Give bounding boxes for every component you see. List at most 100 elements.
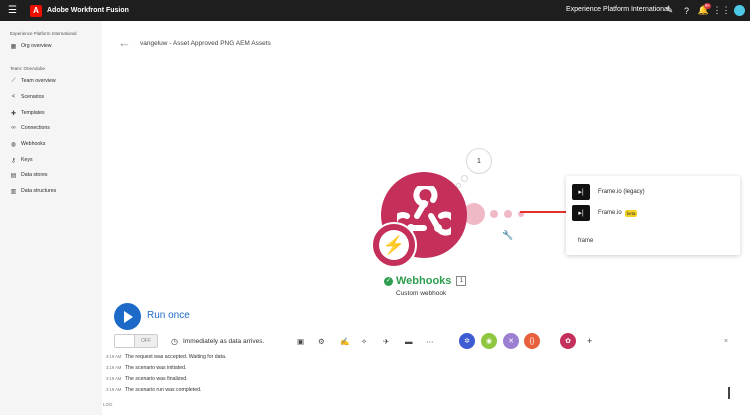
- scheduling-toggle[interactable]: OFF: [114, 334, 158, 348]
- json-icon[interactable]: {}: [524, 333, 540, 349]
- connector-dot: [504, 210, 512, 218]
- log-text: The scenario was finalized.: [125, 376, 188, 382]
- log-entry: 3:19 AM The scenario was initiated.: [106, 365, 186, 373]
- lightning-icon: ⚡: [379, 230, 409, 260]
- sidebar-item-label: Data stores: [21, 172, 48, 178]
- log-text: The scenario run was completed.: [125, 387, 202, 393]
- building-icon: ▦: [10, 43, 17, 50]
- close-icon[interactable]: ×: [724, 338, 728, 345]
- webhooks-app-icon[interactable]: ✿: [560, 333, 576, 349]
- toggle-knob: [115, 335, 135, 347]
- sidebar-item-templates[interactable]: ✚ Templates: [10, 108, 45, 118]
- check-icon: ✓: [384, 276, 393, 286]
- instant-trigger-badge: ⚡: [371, 222, 417, 268]
- play-icon: [124, 310, 133, 323]
- save-icon[interactable]: ▣: [297, 337, 304, 346]
- module-label: ✓ Webhooks 1: [384, 275, 467, 287]
- sidebar-item-scenarios[interactable]: < Scenarios: [10, 92, 44, 102]
- schedule-text[interactable]: Immediately as data arrives.: [183, 338, 264, 345]
- sidebar-item-label: Keys: [21, 157, 33, 163]
- sidebar-team-label: Team: OneAdobe: [10, 66, 46, 71]
- log-entry: 3:19 AM The request was accepted. Waiting…: [106, 354, 226, 362]
- app-name: Adobe Workfront Fusion: [47, 7, 129, 14]
- sidebar-item-label: Data structures: [21, 188, 57, 194]
- sidebar-item-data-structures[interactable]: ▥ Data structures: [10, 186, 57, 196]
- flow-control-icon[interactable]: ✲: [459, 333, 475, 349]
- apps-grid-icon[interactable]: ⋮⋮: [713, 5, 731, 16]
- wrench-icon[interactable]: 🔧: [502, 230, 513, 241]
- globe-icon: ◍: [10, 141, 17, 148]
- hamburger-icon[interactable]: ☰: [8, 5, 18, 16]
- frameio-icon: ▸|: [572, 184, 590, 200]
- puzzle-icon: ✚: [10, 110, 17, 117]
- app-search-popup: ▸| Frame.io (legacy) ▸| Frame.io beta fr…: [566, 176, 740, 255]
- more-icon[interactable]: ⋯: [426, 337, 434, 346]
- connector-dot: [490, 210, 498, 218]
- log-time: 3:19 AM: [106, 387, 122, 392]
- sidebar-item-org-overview[interactable]: ▦ Org overview: [10, 41, 52, 51]
- help-icon[interactable]: ?: [681, 5, 692, 16]
- app-option-frameio[interactable]: ▸| Frame.io beta: [572, 205, 638, 221]
- notification-badge: 9+: [704, 3, 712, 9]
- log-text: The request was accepted. Waiting for da…: [125, 354, 227, 360]
- explain-flow-icon[interactable]: ✈: [383, 337, 389, 346]
- bubble-dot: [461, 175, 468, 182]
- log-time: 3:19 AM: [106, 376, 122, 381]
- frameio-icon: ▸|: [572, 205, 590, 221]
- app-search-input[interactable]: frame: [578, 238, 593, 244]
- top-bar: ☰ A Adobe Workfront Fusion Experience Pl…: [0, 0, 750, 21]
- operations-count: 1: [477, 157, 481, 165]
- toolbox-icon[interactable]: ▬: [405, 337, 413, 346]
- beta-badge: beta: [624, 209, 638, 217]
- key-icon: ⚷: [11, 157, 16, 164]
- app-option-label: Frame.io (legacy): [598, 189, 645, 195]
- sidebar-item-label: Org overview: [21, 43, 52, 49]
- database-icon: ▤: [10, 172, 17, 179]
- toggle-state: OFF: [141, 338, 151, 344]
- app-option-frameio-legacy[interactable]: ▸| Frame.io (legacy): [572, 184, 645, 200]
- sidebar-item-label: Scenarios: [21, 94, 45, 100]
- run-once-label[interactable]: Run once: [147, 310, 190, 321]
- feedback-icon[interactable]: ✎: [664, 5, 675, 16]
- org-name[interactable]: Experience Platform International: [566, 6, 670, 13]
- module-count: 1: [456, 276, 467, 286]
- share-icon: <: [11, 94, 16, 100]
- module-name: Webhooks: [396, 275, 452, 287]
- annotation-arrow: [520, 211, 570, 213]
- sidebar-org-label: Experience Platform International: [10, 31, 77, 36]
- log-entry: 3:19 AM The scenario run was completed.: [106, 387, 201, 395]
- scenario-title[interactable]: vangeluw - Asset Approved PNG AEM Assets: [140, 40, 271, 47]
- log-text: The scenario was initiated.: [125, 365, 187, 371]
- operations-bubble[interactable]: 1: [466, 148, 492, 174]
- text-parser-icon[interactable]: ✕: [503, 333, 519, 349]
- sidebar-item-data-stores[interactable]: ▤ Data stores: [10, 170, 48, 180]
- sidebar-item-label: Templates: [21, 110, 45, 116]
- adobe-logo-icon: A: [30, 4, 42, 17]
- notes-icon[interactable]: ✍: [340, 337, 349, 346]
- clock-icon[interactable]: ◷: [171, 337, 178, 346]
- structure-icon: ▥: [10, 188, 17, 195]
- sidebar-item-webhooks[interactable]: ◍ Webhooks: [10, 139, 46, 149]
- run-once-button[interactable]: [114, 303, 141, 330]
- settings-icon[interactable]: ⚙: [318, 337, 325, 346]
- sidebar-item-keys[interactable]: ⚷ Keys: [10, 155, 33, 165]
- log-scrollbar[interactable]: [728, 387, 730, 399]
- add-module-button[interactable]: +: [587, 336, 592, 346]
- log-label: LOG: [103, 402, 113, 407]
- tools-icon[interactable]: ◉: [481, 333, 497, 349]
- sidebar-item-team-overview[interactable]: ⟋ Team overview: [10, 76, 56, 86]
- sidebar: Experience Platform International ▦ Org …: [0, 21, 102, 415]
- sidebar-item-connections[interactable]: ∞ Connections: [10, 123, 50, 133]
- avatar[interactable]: [734, 5, 745, 16]
- module-subtitle: Custom webhook: [396, 290, 447, 297]
- log-time: 3:19 AM: [106, 365, 122, 370]
- back-arrow-icon[interactable]: ←: [118, 35, 131, 50]
- sidebar-item-label: Connections: [21, 125, 50, 131]
- chart-icon: ⟋: [11, 77, 16, 84]
- app-option-label: Frame.io: [598, 210, 622, 216]
- log-entry: 3:19 AM The scenario was finalized.: [106, 376, 188, 384]
- log-time: 3:19 AM: [106, 354, 122, 359]
- sidebar-item-label: Team overview: [21, 78, 56, 84]
- auto-align-icon[interactable]: ✧: [361, 337, 367, 346]
- link-icon: ∞: [11, 125, 16, 131]
